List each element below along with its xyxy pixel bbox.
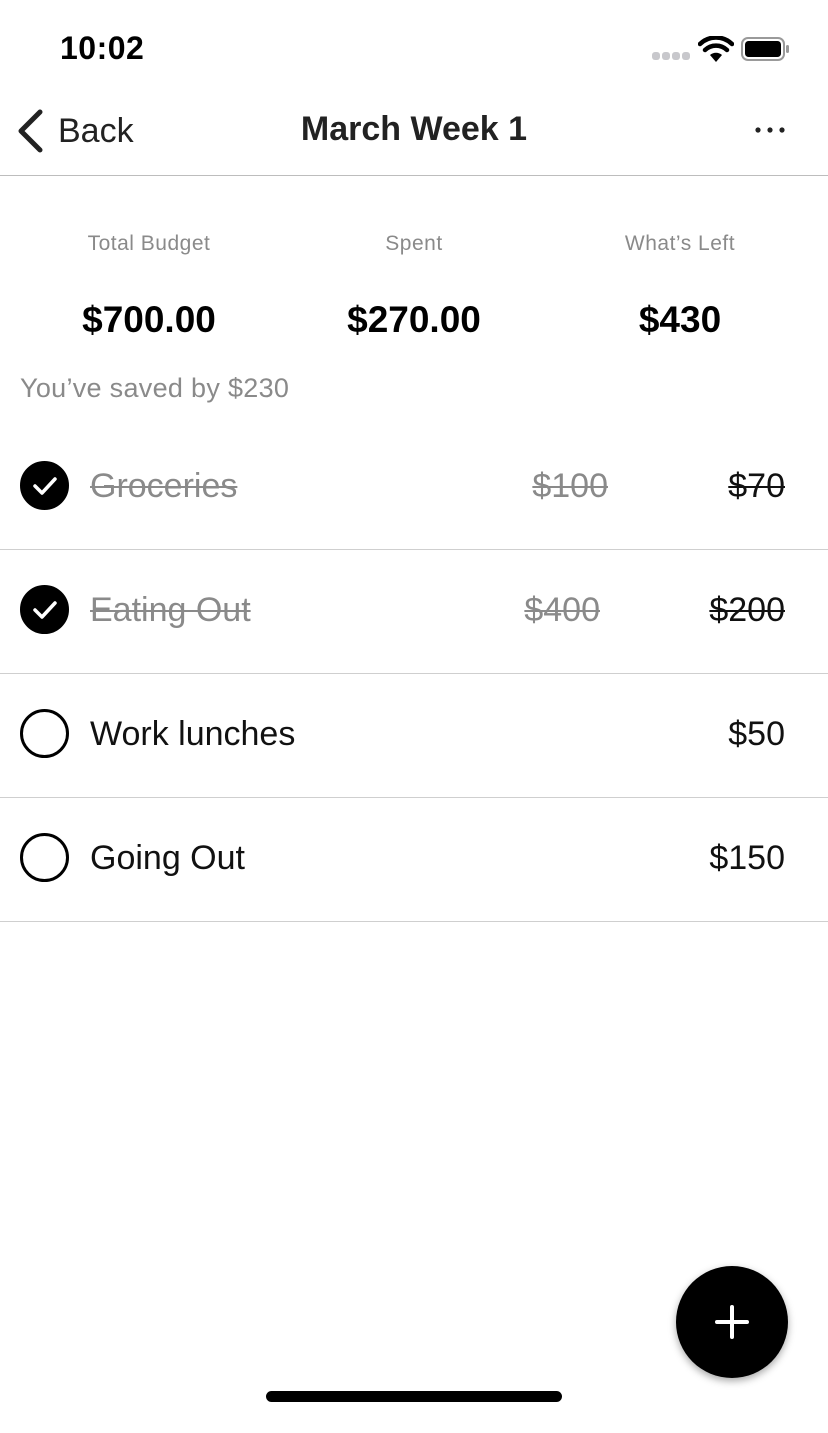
cellular-signal-icon bbox=[652, 52, 690, 62]
status-time: 10:02 bbox=[60, 30, 145, 66]
item-amount: $200 bbox=[709, 591, 785, 629]
item-name: Going Out bbox=[90, 839, 245, 877]
checkbox[interactable] bbox=[20, 833, 69, 882]
plus-icon bbox=[715, 1305, 749, 1339]
whats-left-value: $430 bbox=[638, 299, 722, 340]
savings-message: You’ve saved by $230 bbox=[20, 373, 290, 403]
item-name: Eating Out bbox=[90, 591, 251, 629]
list-item[interactable]: Eating Out $400 $200 bbox=[0, 550, 828, 674]
total-budget-value: $700.00 bbox=[82, 299, 216, 340]
whats-left-label: What’s Left bbox=[624, 232, 736, 255]
page-title: March Week 1 bbox=[300, 110, 528, 148]
budget-items-list: Groceries $100 $70 Eating Out $400 $200 … bbox=[0, 426, 828, 922]
add-item-button[interactable] bbox=[676, 1266, 788, 1378]
list-item[interactable]: Going Out $150 bbox=[0, 798, 828, 922]
item-name: Work lunches bbox=[90, 715, 296, 753]
item-budget: $100 bbox=[532, 467, 608, 505]
total-budget-label: Total Budget bbox=[87, 232, 211, 255]
item-budget: $400 bbox=[524, 591, 600, 629]
spent-value: $270.00 bbox=[347, 299, 481, 340]
list-item[interactable]: Groceries $100 $70 bbox=[0, 426, 828, 550]
checkbox[interactable] bbox=[20, 709, 69, 758]
wifi-icon bbox=[698, 36, 734, 62]
item-amount: $150 bbox=[709, 839, 785, 877]
item-amount: $50 bbox=[728, 715, 785, 753]
status-bar: 10:02 bbox=[0, 0, 828, 96]
list-item[interactable]: Work lunches $50 bbox=[0, 674, 828, 798]
item-amount: $70 bbox=[728, 467, 785, 505]
item-name: Groceries bbox=[90, 467, 238, 505]
checkbox[interactable] bbox=[20, 585, 69, 634]
spent-label: Spent bbox=[385, 232, 443, 255]
checkbox[interactable] bbox=[20, 461, 69, 510]
checkmark-icon bbox=[32, 600, 57, 619]
more-options-icon[interactable] bbox=[748, 116, 792, 144]
navigation-bar: Back March Week 1 bbox=[0, 96, 828, 176]
checkmark-icon bbox=[32, 476, 57, 495]
home-indicator bbox=[266, 1391, 562, 1402]
battery-icon bbox=[741, 37, 789, 61]
